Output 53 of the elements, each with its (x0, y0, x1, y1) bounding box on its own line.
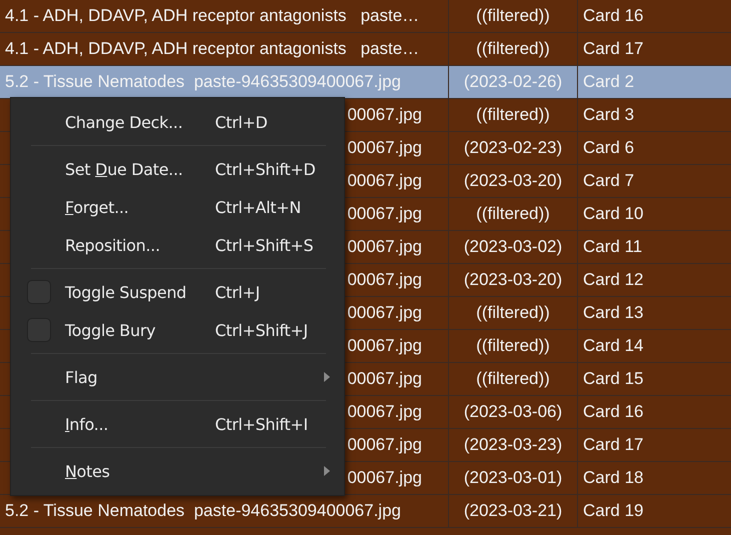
submenu-arrow-icon (324, 466, 330, 476)
table-cell: 00067.jpg (347, 435, 422, 455)
table-cell: 4.1 - ADH, DDAVP, ADH receptor antagonists paste… (5, 39, 420, 59)
table-cell: (2023-03-21) (464, 501, 562, 521)
table-cell: Card 11 (583, 237, 642, 257)
table-cell: (2023-03-20) (464, 171, 562, 191)
table-cell: Card 18 (583, 468, 644, 488)
table-cell: (2023-03-23) (464, 435, 562, 455)
table-cell: Card 7 (583, 171, 634, 191)
table-cell: 00067.jpg (347, 237, 422, 257)
table-row[interactable]: 5.2 - Tissue Nematodes paste-94635309400067.jpg (2023-03-21) Card 19 (0, 495, 731, 528)
table-cell: 00067.jpg (347, 138, 422, 158)
table-cell: 00067.jpg (347, 336, 422, 356)
table-cell: Card 16 (583, 402, 644, 422)
table-cell: 00067.jpg (347, 204, 422, 224)
table-cell: ((filtered)) (476, 6, 550, 26)
table-cell: (2023-03-01) (464, 468, 562, 488)
table-row[interactable]: 4.1 - ADH, DDAVP, ADH receptor antagonists paste… ((filtered)) Card 16 (0, 0, 731, 33)
table-cell: Card 14 (583, 336, 644, 356)
table-cell: Card 12 (583, 270, 644, 290)
table-cell: ((filtered)) (476, 303, 550, 323)
table-cell: (2023-03-02) (464, 237, 562, 257)
table-cell: Card 13 (583, 303, 644, 323)
table-cell: ((filtered)) (476, 39, 550, 59)
table-cell: 00067.jpg (347, 303, 422, 323)
table-cell: Card 17 (583, 435, 644, 455)
table-cell: 00067.jpg (347, 468, 422, 488)
table-cell: Card 17 (583, 39, 644, 59)
table-cell: (2023-02-23) (464, 138, 562, 158)
table-cell: Card 3 (583, 105, 634, 125)
table-cell: 00067.jpg (347, 402, 422, 422)
table-cell: 00067.jpg (347, 105, 422, 125)
submenu-arrow-icon (324, 372, 330, 382)
table-cell: ((filtered)) (476, 336, 550, 356)
table-cell: Card 6 (583, 138, 634, 158)
table-cell: Card 10 (583, 204, 644, 224)
table-cell: 5.2 - Tissue Nematodes paste-94635309400067.jpg (5, 501, 401, 521)
table-cell: 5.2 - Tissue Nematodes paste-94635309400067.jpg (5, 72, 401, 92)
table-cell: ((filtered)) (476, 105, 550, 125)
table-row[interactable]: 4.1 - ADH, DDAVP, ADH receptor antagonists paste… ((filtered)) Card 17 (0, 33, 731, 66)
table-cell: Card 2 (583, 72, 634, 92)
table-cell: 00067.jpg (347, 270, 422, 290)
table-cell: Card 15 (583, 369, 644, 389)
table-cell: (2023-03-06) (464, 402, 562, 422)
table-cell: (2023-02-26) (464, 72, 562, 92)
table-cell: 00067.jpg (347, 171, 422, 191)
table-cell: ((filtered)) (476, 204, 550, 224)
table-cell: 4.1 - ADH, DDAVP, ADH receptor antagonists paste… (5, 6, 420, 26)
table-cell: Card 19 (583, 501, 644, 521)
table-cell: 00067.jpg (347, 369, 422, 389)
table-cell: Card 16 (583, 6, 644, 26)
table-cell: ((filtered)) (476, 369, 550, 389)
table-cell: (2023-03-20) (464, 270, 562, 290)
